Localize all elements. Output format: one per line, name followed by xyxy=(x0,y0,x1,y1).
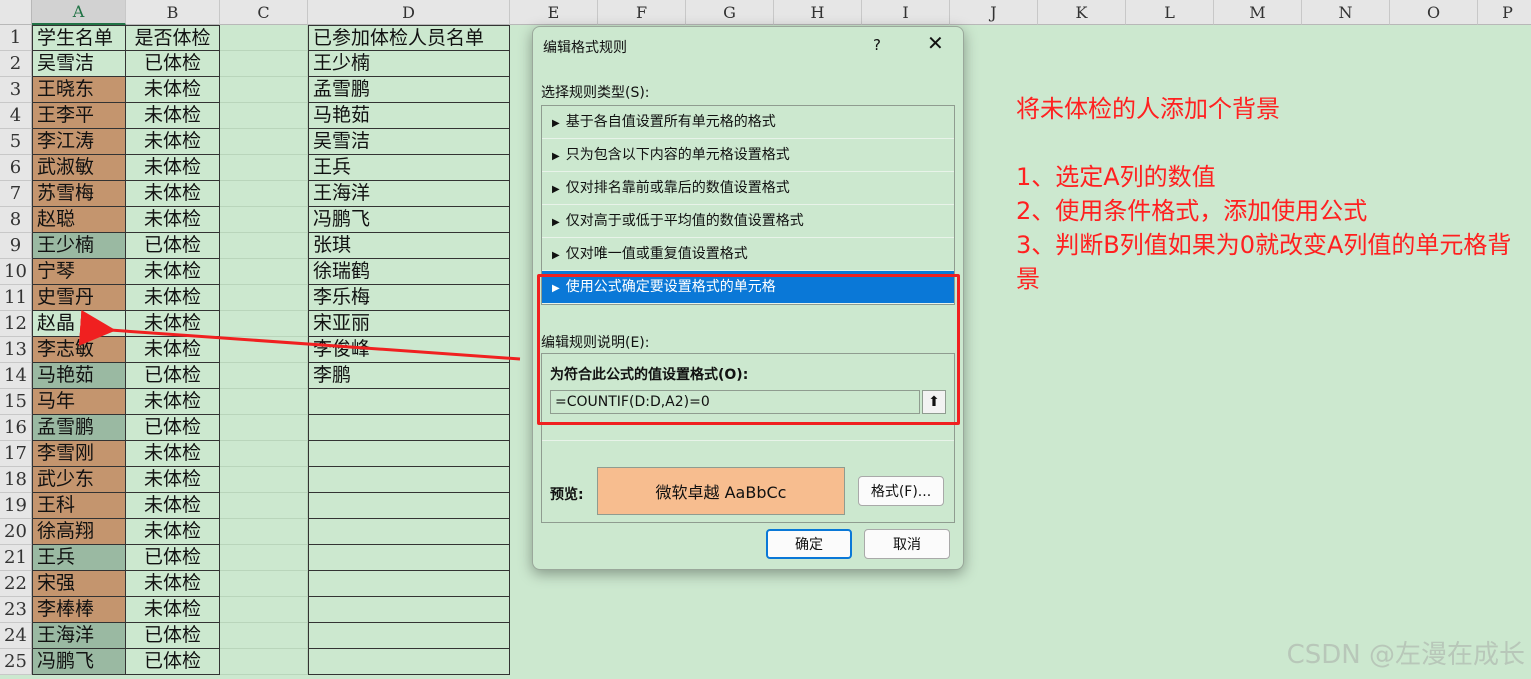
format-button[interactable]: 格式(F)... xyxy=(858,476,944,506)
arrow-line xyxy=(78,309,521,361)
note-step-2: 2、使用条件格式，添加使用公式 xyxy=(1016,197,1368,225)
annotation-note: 将未体检的人添加个背景 1、选定A列的数值 2、使用条件格式，添加使用公式 3、… xyxy=(1016,92,1531,296)
rule-type-label: 选择规则类型(S): xyxy=(541,85,650,101)
preview-label: 预览: xyxy=(550,487,584,503)
triangle-right-icon: ▶ xyxy=(552,217,560,228)
format-preview: 微软卓越 AaBbCc xyxy=(597,467,845,515)
rule-type-label: 只为包含以下内容的单元格设置格式 xyxy=(565,147,790,163)
note-step-3: 3、判断B列值如果为0就改变A列值的单元格背景 xyxy=(1016,231,1512,293)
rule-type-item[interactable]: ▶ 仅对高于或低于平均值的数值设置格式 xyxy=(542,205,954,238)
dialog-title: 编辑格式规则 xyxy=(543,40,627,56)
watermark: CSDN @左漫在成长 xyxy=(1286,640,1525,670)
triangle-right-icon: ▶ xyxy=(552,151,560,162)
triangle-right-icon: ▶ xyxy=(552,250,560,261)
note-step-1: 1、选定A列的数值 xyxy=(1016,163,1216,191)
divider xyxy=(542,440,954,441)
help-icon[interactable]: ? xyxy=(873,36,881,54)
triangle-right-icon: ▶ xyxy=(552,118,560,129)
rule-type-label: 基于各自值设置所有单元格的格式 xyxy=(565,114,776,130)
preview-text: 微软卓越 AaBbCc xyxy=(655,483,787,502)
rule-type-label: 仅对高于或低于平均值的数值设置格式 xyxy=(565,213,804,229)
triangle-right-icon: ▶ xyxy=(552,184,560,195)
rule-type-item[interactable]: ▶ 只为包含以下内容的单元格设置格式 xyxy=(542,139,954,172)
rule-type-item[interactable]: ▶ 基于各自值设置所有单元格的格式 xyxy=(542,106,954,139)
rule-type-label: 仅对唯一值或重复值设置格式 xyxy=(565,246,748,262)
rule-type-label: 仅对排名靠前或靠后的数值设置格式 xyxy=(565,180,790,196)
rule-type-item[interactable]: ▶ 仅对排名靠前或靠后的数值设置格式 xyxy=(542,172,954,205)
note-title: 将未体检的人添加个背景 xyxy=(1016,95,1280,123)
rule-type-item[interactable]: ▶ 仅对唯一值或重复值设置格式 xyxy=(542,238,954,271)
cancel-button[interactable]: 取消 xyxy=(864,529,950,559)
ok-button[interactable]: 确定 xyxy=(766,529,852,559)
close-icon[interactable]: ✕ xyxy=(927,33,944,53)
highlight-box xyxy=(537,274,960,425)
